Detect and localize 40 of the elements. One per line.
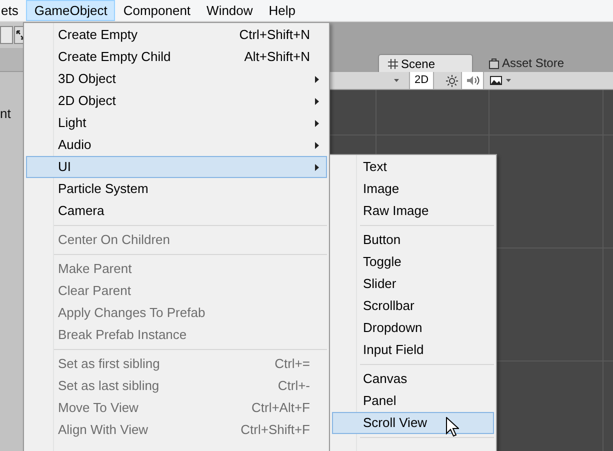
- menu-item[interactable]: Image: [332, 178, 494, 200]
- bag-icon: [489, 58, 499, 68]
- menu-item[interactable]: Panel: [332, 390, 494, 412]
- menu-item[interactable]: Text: [332, 156, 494, 178]
- caret-icon: [506, 79, 511, 82]
- sun-icon: [446, 74, 458, 86]
- menu-item[interactable]: Camera: [26, 200, 327, 222]
- menu-item[interactable]: Audio: [26, 134, 327, 156]
- menu-bar-item[interactable]: Component: [115, 0, 199, 21]
- tab[interactable]: Asset Store: [489, 54, 564, 72]
- menu-item[interactable]: Toggle: [332, 251, 494, 273]
- menu-bar-item[interactable]: ets: [0, 0, 26, 21]
- menu-item[interactable]: Input Field: [332, 339, 494, 361]
- menu-item[interactable]: Button: [332, 229, 494, 251]
- 2d-button[interactable]: 2D: [409, 72, 434, 89]
- speaker-icon: [466, 75, 480, 86]
- menu-item[interactable]: Raw Image: [332, 200, 494, 222]
- menu-item[interactable]: Create Empty Ctrl+Shift+N: [26, 24, 327, 46]
- mouse-pointer-icon: [446, 417, 459, 437]
- menu-item[interactable]: Create Empty Child Alt+Shift+N: [26, 46, 327, 68]
- hierarchy-item-text: nt: [0, 105, 11, 123]
- menu-item[interactable]: Light: [26, 112, 327, 134]
- audio-button[interactable]: [462, 72, 484, 89]
- menu-bar-item[interactable]: Window: [198, 0, 261, 21]
- menu-item[interactable]: Dropdown: [332, 317, 494, 339]
- menu-item[interactable]: UI: [26, 156, 327, 178]
- scale-icon: [16, 30, 24, 40]
- tab[interactable]: Scene: [378, 54, 473, 72]
- menu-item[interactable]: Canvas: [332, 368, 494, 390]
- menu-item[interactable]: Particle System: [26, 178, 327, 200]
- menu-bar-item[interactable]: GameObject: [26, 0, 116, 21]
- menu-item[interactable]: Slider: [332, 273, 494, 295]
- caret-icon[interactable]: [394, 79, 399, 82]
- image-icon: [490, 76, 502, 85]
- menu-item[interactable]: Scrollbar: [332, 295, 494, 317]
- menu-bar-item[interactable]: Help: [260, 0, 304, 21]
- menu-item[interactable]: 2D Object: [26, 90, 327, 112]
- menu-item[interactable]: 3D Object: [26, 68, 327, 90]
- grid-icon: [388, 58, 398, 68]
- menu-item[interactable]: Scroll View: [332, 412, 494, 434]
